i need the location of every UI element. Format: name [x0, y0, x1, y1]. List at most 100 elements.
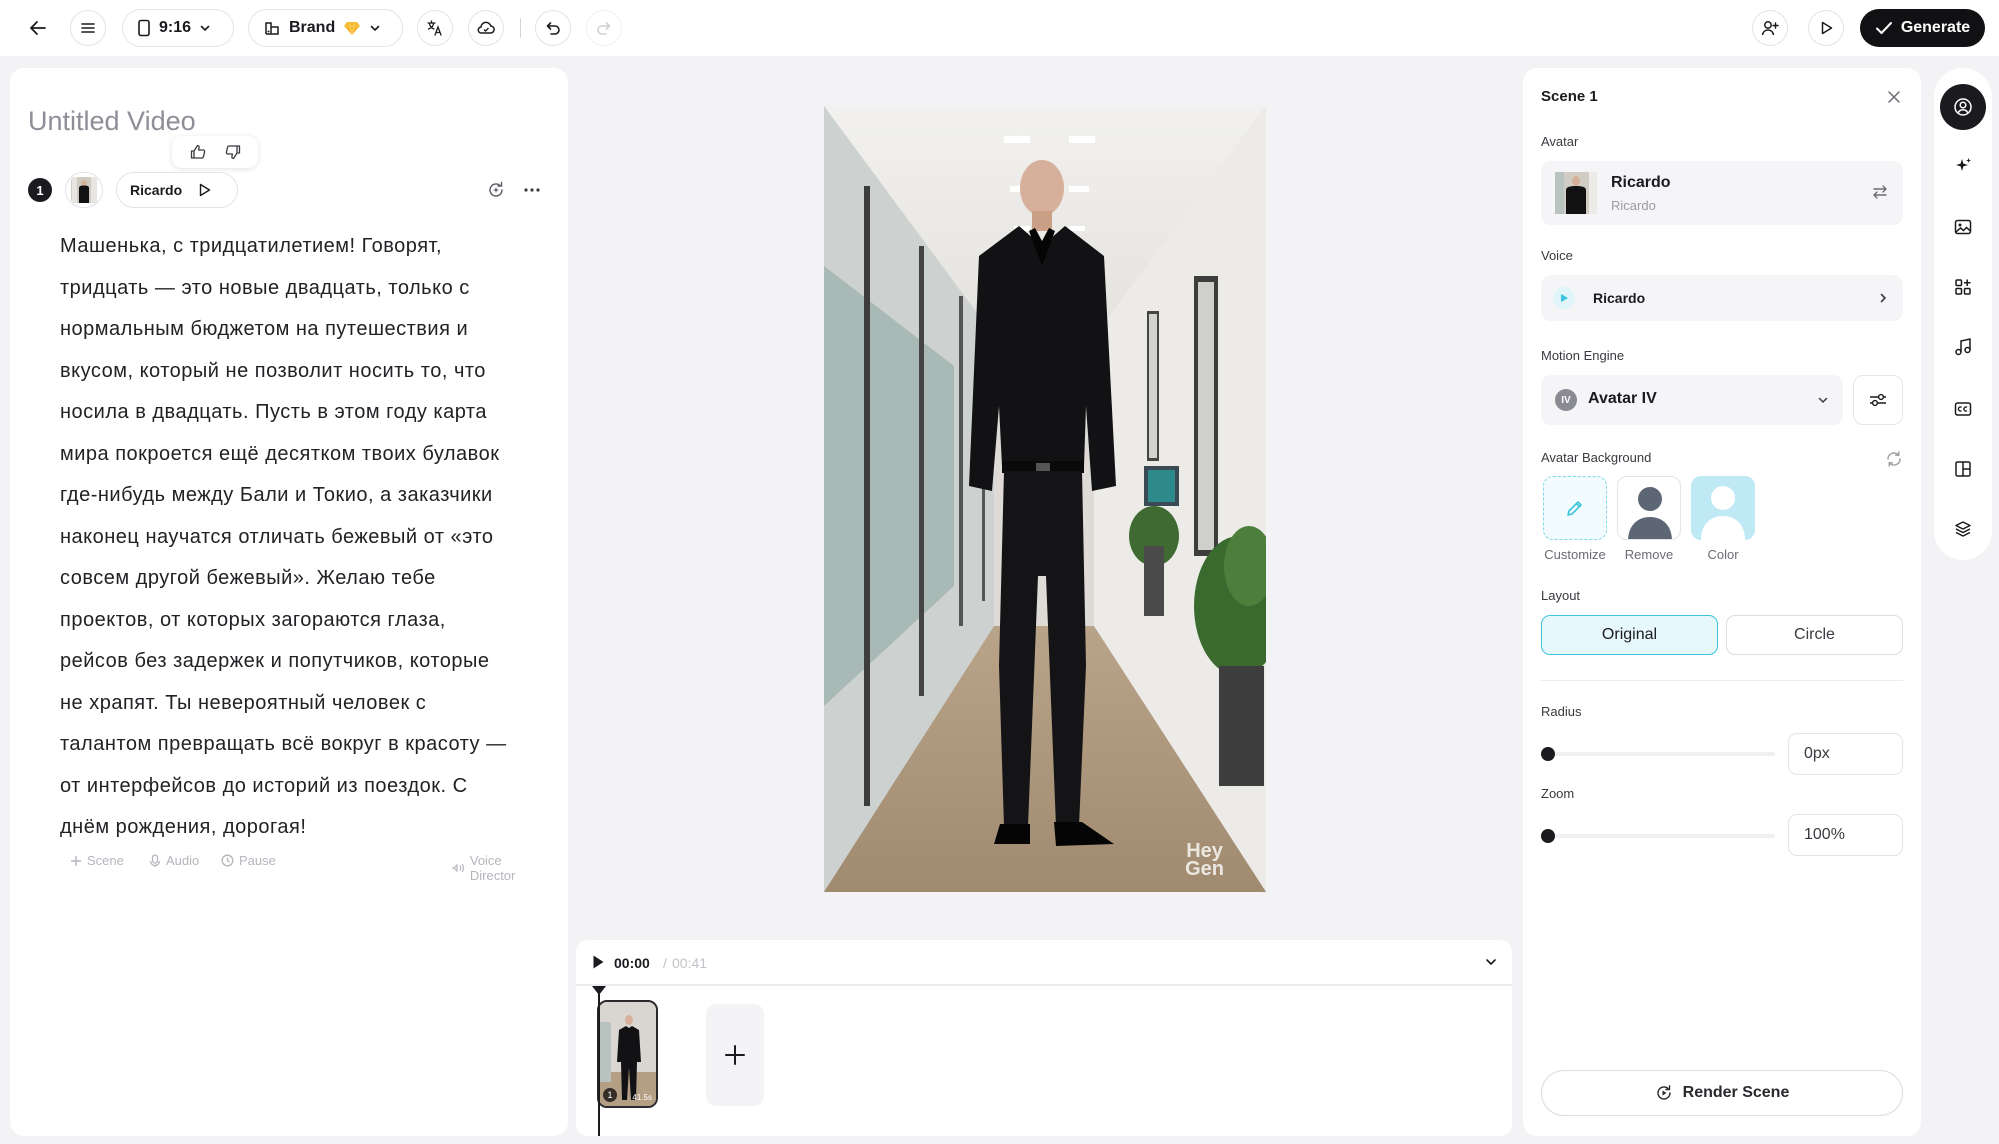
close-icon — [1888, 91, 1900, 103]
cloud-icon — [477, 21, 495, 34]
brand-dropdown[interactable]: Brand — [248, 9, 403, 47]
clip-index-badge: 1 — [603, 1088, 617, 1102]
menu-button[interactable] — [70, 10, 106, 46]
aspect-ratio-dropdown[interactable]: 9:16 — [122, 9, 234, 47]
motion-engine-dropdown[interactable]: IV Avatar IV — [1541, 375, 1843, 425]
translate-icon — [427, 20, 442, 36]
script-text-editor[interactable]: Машенька, с тридцатилетием! Говорят, три… — [60, 226, 550, 849]
layout-circle-button[interactable]: Circle — [1726, 615, 1903, 655]
layout-original-button[interactable]: Original — [1541, 615, 1718, 655]
zoom-slider-handle[interactable] — [1541, 829, 1555, 843]
play-outline-icon — [1821, 21, 1833, 35]
thumbs-down-icon[interactable] — [224, 143, 242, 161]
motion-engine-settings-button[interactable] — [1853, 375, 1903, 425]
add-scene-button[interactable] — [706, 1004, 764, 1106]
watermark-line: Gen — [1185, 858, 1224, 880]
timeline-playhead[interactable] — [592, 986, 606, 1136]
timeline-controls: 00:00 / 00:41 — [576, 940, 1512, 986]
scene-title: Scene 1 — [1541, 88, 1598, 105]
avatar-name: Ricardo — [1611, 174, 1671, 191]
swap-avatar-button[interactable] — [1871, 183, 1889, 201]
motion-engine-label: Motion Engine — [1541, 348, 1625, 363]
undo-button[interactable] — [535, 10, 571, 46]
heygen-watermark: Hey Gen — [1185, 841, 1224, 880]
rail-layout-tab[interactable] — [1940, 446, 1986, 492]
voice-selector[interactable]: Ricardo — [1541, 275, 1903, 321]
script-line: днём рождения, дорогая! — [60, 816, 307, 838]
magic-refresh-icon — [489, 181, 503, 197]
script-actions-bar: Scene Audio Pause Voice Director — [62, 851, 550, 883]
close-panel-button[interactable] — [1887, 90, 1901, 104]
microphone-icon — [149, 853, 161, 867]
generate-label: Generate — [1900, 19, 1971, 36]
chevron-down-icon — [1486, 959, 1496, 966]
rail-captions-tab[interactable] — [1940, 386, 1986, 432]
radius-input[interactable]: 0px — [1788, 733, 1903, 775]
radius-slider[interactable] — [1541, 752, 1775, 756]
render-scene-label: Render Scene — [1682, 1084, 1790, 1101]
radius-slider-handle[interactable] — [1541, 747, 1555, 761]
bg-remove-label: Remove — [1624, 547, 1674, 562]
avatar-subtitle: Ricardo — [1611, 198, 1656, 213]
more-horizontal-icon — [524, 188, 540, 192]
script-line: мира покроется ещё десятком твоих булаво… — [60, 442, 500, 465]
tools-rail — [1934, 68, 1992, 560]
video-title[interactable]: Untitled Video — [28, 106, 196, 137]
redo-button[interactable] — [586, 10, 622, 46]
rail-layers-tab[interactable] — [1940, 506, 1986, 552]
rail-avatar-tab[interactable] — [1940, 84, 1986, 130]
video-preview[interactable]: Hey Gen — [824, 106, 1266, 892]
back-button[interactable] — [20, 10, 56, 46]
script-line: совсем другой бежевый». Желаю тебе — [60, 567, 436, 589]
bg-color-option[interactable] — [1691, 476, 1755, 540]
scene-avatar-thumbnail[interactable] — [65, 172, 103, 208]
script-line: наконец научатся отличать бежевый от «эт… — [60, 525, 494, 548]
add-audio-action[interactable]: Audio — [149, 853, 199, 868]
play-icon — [593, 955, 604, 969]
rail-music-tab[interactable] — [1940, 324, 1986, 370]
toolbar-divider — [520, 18, 521, 38]
generate-button[interactable]: Generate — [1860, 9, 1985, 47]
translate-button[interactable] — [417, 10, 453, 46]
zoom-slider[interactable] — [1541, 834, 1775, 838]
rail-ai-tools-tab[interactable] — [1940, 143, 1986, 189]
bg-customize-option[interactable] — [1543, 476, 1607, 540]
reset-background-button[interactable] — [1885, 450, 1903, 468]
clock-icon — [221, 854, 234, 867]
rail-media-tab[interactable] — [1940, 204, 1986, 250]
layers-icon — [1955, 521, 1971, 537]
swap-icon — [1873, 185, 1887, 199]
scene-clip-thumbnail[interactable]: 1 41.5s — [597, 1000, 658, 1108]
music-note-icon — [1955, 338, 1971, 356]
voice-chip[interactable]: Ricardo — [116, 172, 238, 208]
playhead-handle-icon — [592, 986, 606, 995]
clip-duration: 41.5s — [632, 1093, 652, 1102]
script-line: вкусом, который не позволит носить то, ч… — [60, 359, 486, 382]
regenerate-scene-button[interactable] — [486, 180, 506, 200]
more-options-button[interactable] — [522, 180, 542, 200]
feedback-box — [172, 136, 258, 168]
preview-play-button[interactable] — [1808, 10, 1844, 46]
share-button[interactable] — [1752, 10, 1788, 46]
avatar-selector[interactable]: Ricardo Ricardo — [1541, 161, 1903, 225]
add-pause-label: Pause — [239, 853, 276, 868]
script-line: носила в двадцать. Пусть в этом году кар… — [60, 401, 487, 423]
undo-icon — [546, 22, 560, 35]
cloud-save-button[interactable] — [468, 10, 504, 46]
bg-remove-option[interactable] — [1617, 476, 1681, 540]
voice-director-action[interactable]: Voice Director — [451, 853, 550, 883]
script-line: тридцать — это новые двадцать, только с — [60, 276, 470, 299]
add-scene-action[interactable]: Scene — [70, 853, 124, 868]
voice-play-button[interactable] — [1553, 287, 1575, 309]
play-outline-icon[interactable] — [196, 182, 212, 198]
script-line: где-нибудь между Бали и Токио, а заказчи… — [60, 484, 493, 506]
collapse-timeline-button[interactable] — [1484, 955, 1498, 969]
zoom-input[interactable]: 100% — [1788, 814, 1903, 856]
rail-elements-tab[interactable] — [1940, 264, 1986, 310]
chevron-right-icon — [1880, 293, 1887, 303]
timeline-play-button[interactable] — [590, 954, 606, 970]
add-pause-action[interactable]: Pause — [221, 853, 276, 868]
render-scene-button[interactable]: Render Scene — [1541, 1070, 1903, 1116]
thumbs-up-icon[interactable] — [189, 143, 207, 161]
voice-chip-label: Ricardo — [130, 182, 183, 198]
